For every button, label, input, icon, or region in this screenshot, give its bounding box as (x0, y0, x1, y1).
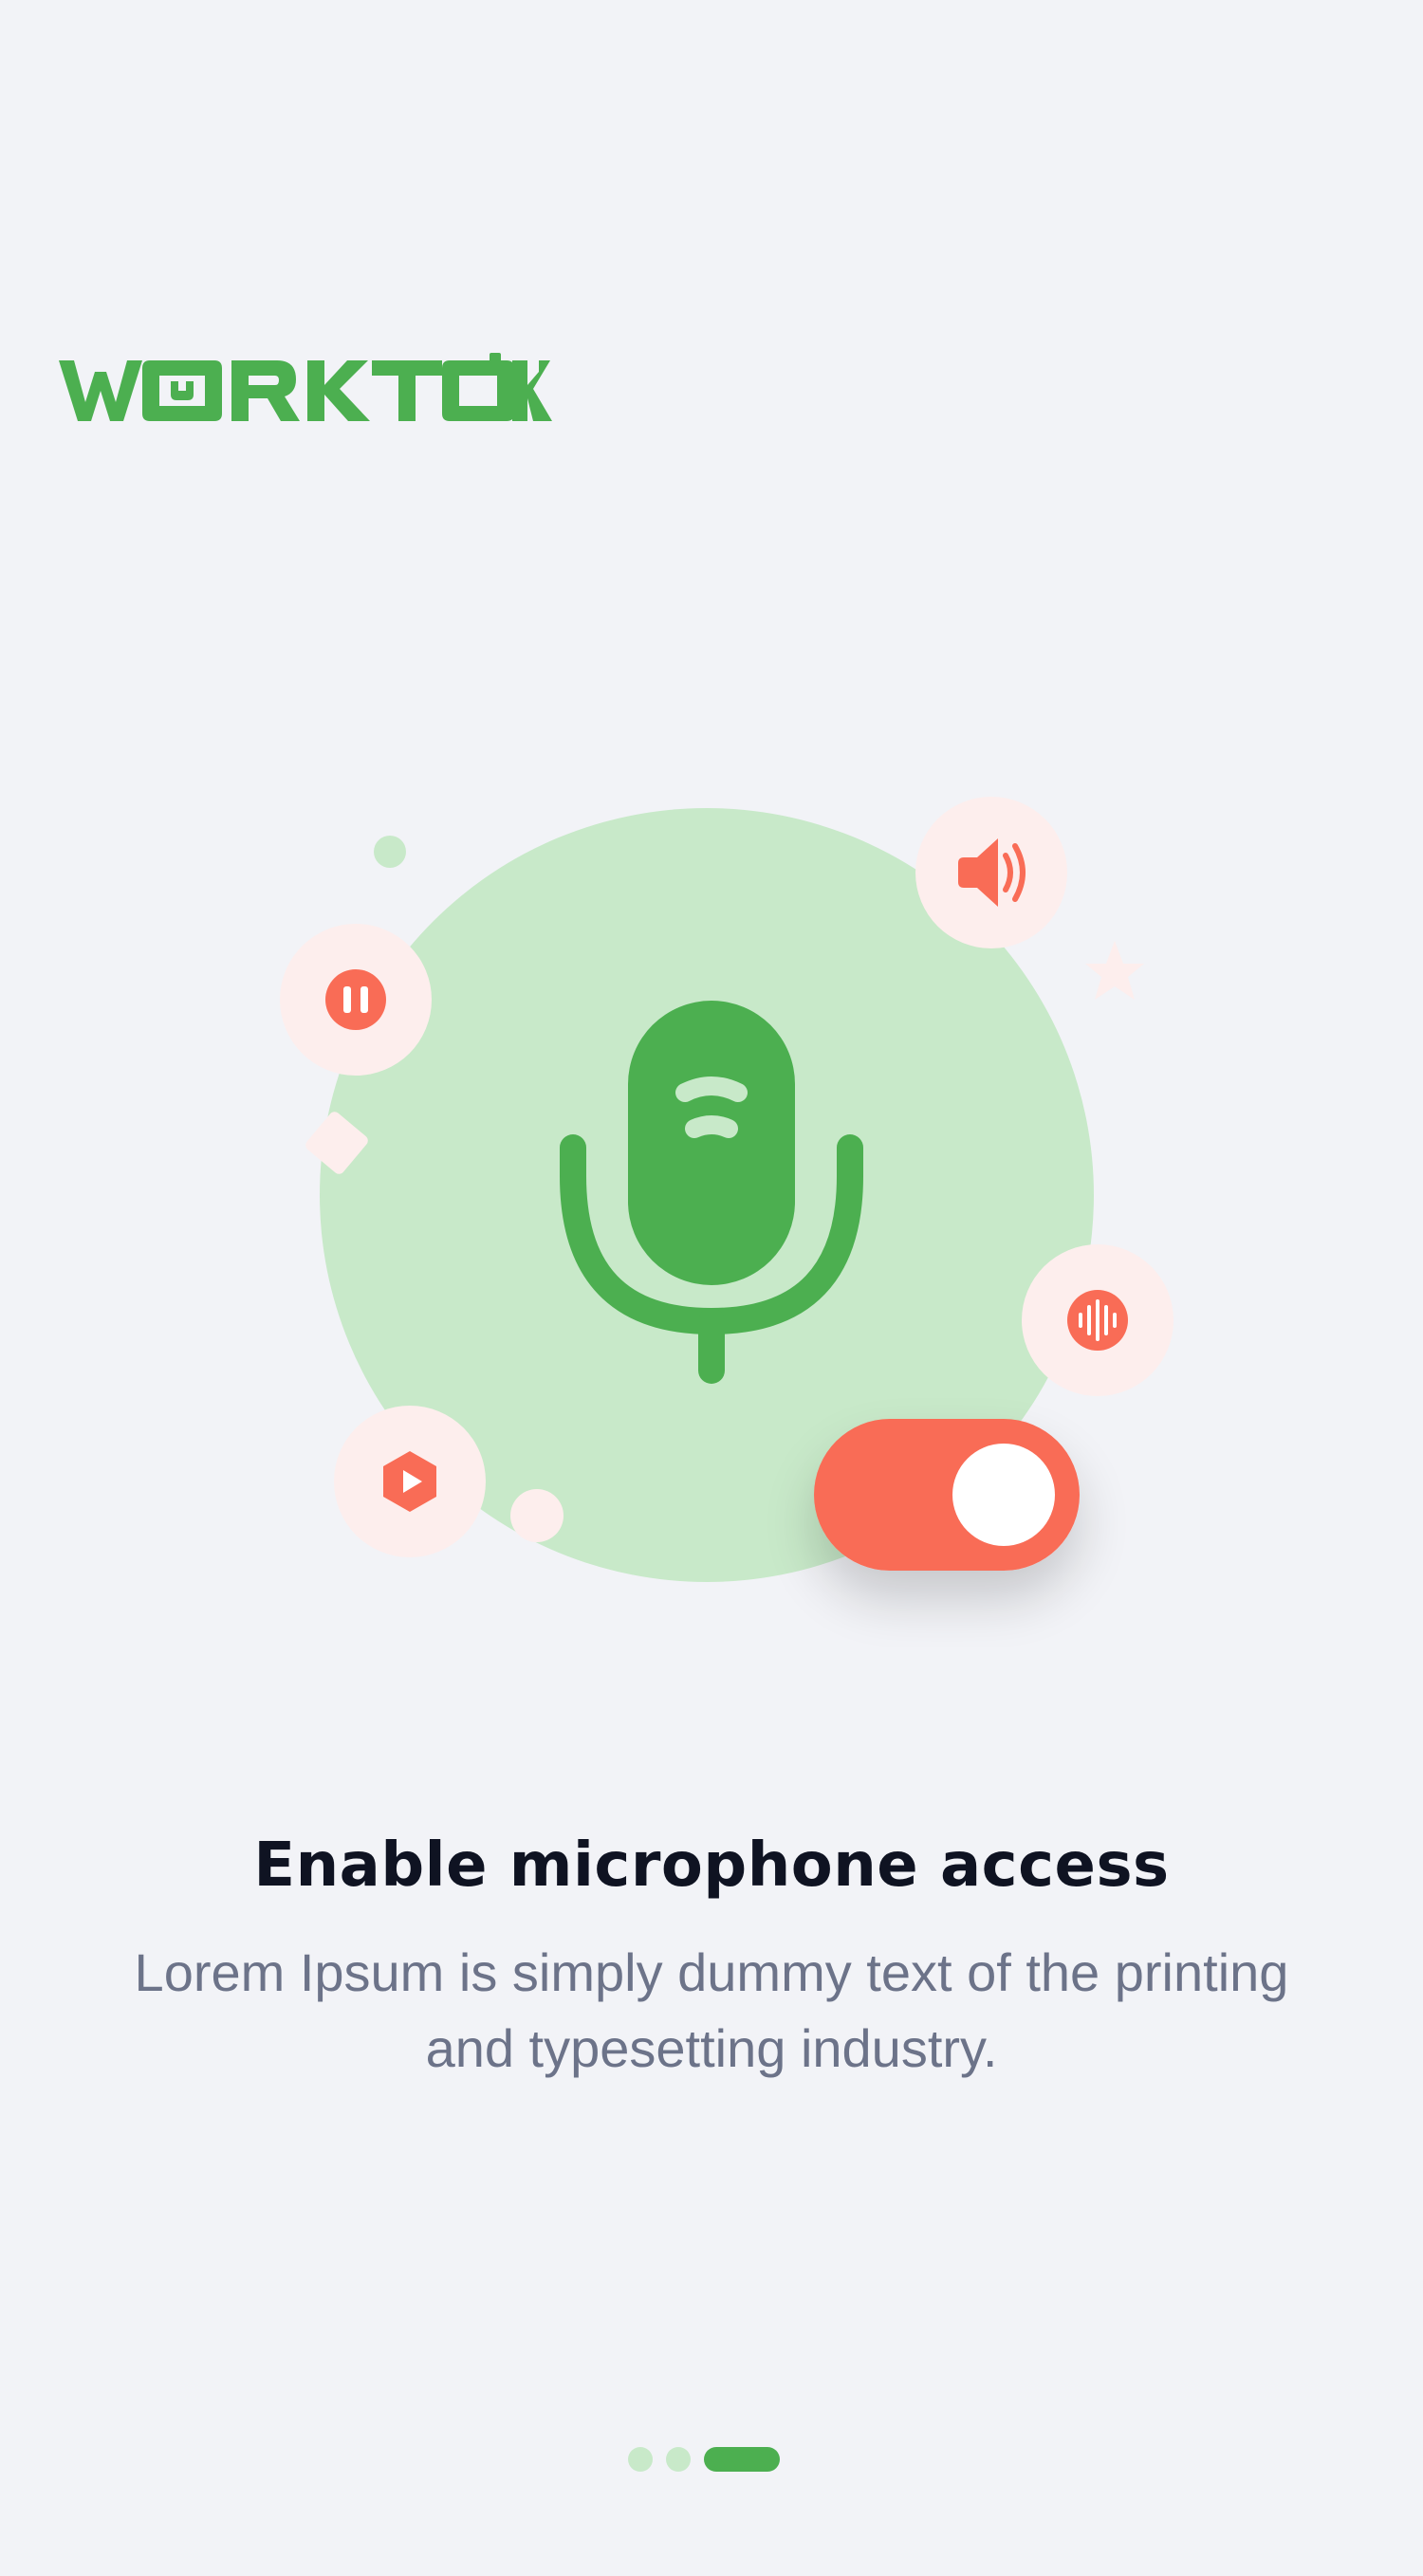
page-dot-1[interactable] (628, 2447, 653, 2472)
page-description: Lorem Ipsum is simply dummy text of the … (134, 1942, 1289, 2078)
page-title: Enable microphone access (253, 1831, 1170, 1901)
page-dot-3-active[interactable] (704, 2447, 780, 2472)
toggle-switch (814, 1419, 1080, 1571)
worktok-logo-graphic (59, 353, 552, 421)
pause-icon (325, 969, 386, 1030)
page-indicator (628, 2447, 780, 2472)
decor-star-icon (1085, 941, 1144, 1000)
pause-bubble (280, 924, 432, 1076)
decor-dot (374, 836, 406, 868)
microphone-illustration (0, 778, 1423, 1688)
sound-wave-bubble (1022, 1244, 1174, 1396)
app-logo (59, 353, 552, 429)
play-bubble (334, 1406, 486, 1557)
decor-dot (510, 1489, 564, 1542)
toggle-knob (952, 1444, 1055, 1546)
speaker-bubble (915, 797, 1067, 948)
page-dot-2[interactable] (666, 2447, 691, 2472)
